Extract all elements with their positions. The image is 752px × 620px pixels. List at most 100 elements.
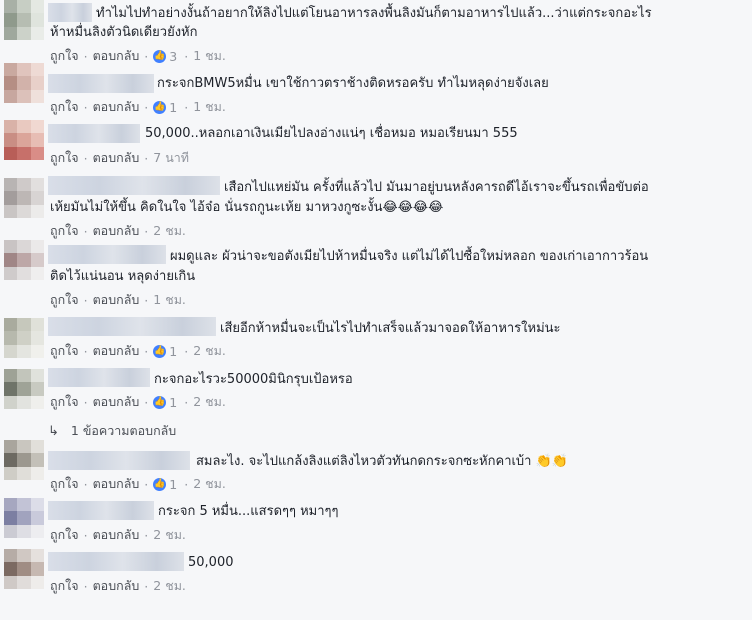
reply-link[interactable]: ตอบกลับ [93,97,140,117]
separator: · [184,48,189,64]
timestamp[interactable]: 2 ชม. [193,474,226,494]
separator: · [144,476,149,492]
timestamp[interactable]: 2 ชม. [153,576,186,596]
like-icon[interactable]: 👍 [153,395,167,409]
commenter-name[interactable] [48,501,154,520]
separator: · [83,578,88,594]
comment-actions: ถูกใจ · ตอบกลับ · 👍 1 · 2 ชม. [50,474,226,494]
like-link[interactable]: ถูกใจ [50,474,79,494]
separator: · [144,48,149,64]
avatar[interactable] [4,240,44,280]
comment-text: กะจกอะไรวะ50000มินิกรุบเป้อหรอ [154,372,353,387]
separator: · [144,150,149,166]
like-count[interactable]: 1 [169,477,177,492]
like-link[interactable]: ถูกใจ [50,525,79,545]
avatar[interactable] [4,549,44,589]
reply-link[interactable]: ตอบกลับ [93,525,140,545]
comment-actions: ถูกใจ · ตอบกลับ · 2 ชม. [50,525,186,545]
separator: · [83,223,88,239]
reply-link[interactable]: ตอบกลับ [93,576,140,596]
avatar[interactable] [4,318,44,358]
like-icon[interactable]: 👍 [153,477,167,491]
like-count[interactable]: 1 [169,395,177,410]
comment-text: กระจกBMW5หมื่น เขาใช้กาวตราช้างติดหรอครั… [157,76,549,91]
comment-text: กระจก 5 หมื่น...แสรดๆๆ หมาๆๆ [158,504,339,519]
avatar[interactable] [4,63,44,103]
comment-text: 50,000 [188,555,234,570]
reply-arrow-icon: ↳ [48,423,59,439]
comment-text: เห้ยมันไม่ให้ขึ้น คิดในใจ ไอ้จ๋อ นั่นรถก… [50,200,444,215]
separator: · [144,578,149,594]
comment-actions: ถูกใจ · ตอบกลับ · 7 นาที [50,148,189,168]
comment-text: ติดไว้แน่นอน หลุดง่ายเกิน [50,269,196,284]
timestamp[interactable]: 7 นาที [153,148,189,168]
avatar[interactable] [4,120,44,160]
avatar[interactable] [4,178,44,218]
commenter-name[interactable] [48,552,184,571]
like-count[interactable]: 1 [169,344,177,359]
reply-link[interactable]: ตอบกลับ [93,474,140,494]
like-link[interactable]: ถูกใจ [50,46,79,66]
separator: · [144,343,149,359]
commenter-name[interactable] [48,74,154,93]
like-link[interactable]: ถูกใจ [50,341,79,361]
avatar[interactable] [4,0,44,40]
like-icon[interactable]: 👍 [153,100,167,114]
comment-actions: ถูกใจ · ตอบกลับ · 1 ชม. [50,290,186,310]
timestamp[interactable]: 2 ชม. [153,221,186,241]
separator: · [83,150,88,166]
comment-text: 50,000..หลอกเอาเงินเมียไปลงอ่างแน่ๆ เชื่… [145,126,518,141]
timestamp[interactable]: 1 ชม. [153,290,186,310]
separator: · [184,99,189,115]
like-link[interactable]: ถูกใจ [50,148,79,168]
separator: · [184,394,189,410]
like-count[interactable]: 3 [169,49,177,64]
timestamp[interactable]: 1 ชม. [193,46,226,66]
comment-text: เสือกไปแหย่มัน ครั้งที่แล้วไป มันมาอยู่บ… [224,180,649,195]
reply-link[interactable]: ตอบกลับ [93,46,140,66]
commenter-name[interactable] [48,368,150,387]
separator: · [144,99,149,115]
reply-link[interactable]: ตอบกลับ [93,290,140,310]
timestamp[interactable]: 2 ชม. [193,392,226,412]
commenter-name[interactable] [48,3,92,22]
separator: · [83,394,88,410]
avatar[interactable] [4,369,44,409]
separator: · [83,527,88,543]
like-link[interactable]: ถูกใจ [50,97,79,117]
comment-actions: ถูกใจ · ตอบกลับ · 👍 3 · 1 ชม. [50,46,226,66]
reply-link[interactable]: ตอบกลับ [93,341,140,361]
separator: · [184,343,189,359]
commenter-name[interactable] [48,124,140,143]
like-link[interactable]: ถูกใจ [50,290,79,310]
separator: · [83,343,88,359]
avatar[interactable] [4,440,44,480]
separator: · [83,476,88,492]
like-link[interactable]: ถูกใจ [50,392,79,412]
comment-text: ผมดูและ ผัวน่าจะขอตังเมียไปห้าหมื่นจริง … [170,249,649,264]
comment-text: เสียอีกห้าหมื่นจะเป็นไรไปทำเสร็จแล้วมาจอ… [220,321,561,336]
like-link[interactable]: ถูกใจ [50,221,79,241]
timestamp[interactable]: 2 ชม. [153,525,186,545]
reply-link[interactable]: ตอบกลับ [93,148,140,168]
like-icon[interactable]: 👍 [153,49,167,63]
comment-text: ทำไมไปทำอย่างงั้นถ้าอยากให้ลิงไปแต่โยนอา… [96,6,652,21]
separator: · [83,48,88,64]
comment-actions: ถูกใจ · ตอบกลับ · 2 ชม. [50,576,186,596]
separator: · [144,394,149,410]
reply-link[interactable]: ตอบกลับ [93,221,140,241]
commenter-name[interactable] [48,451,190,470]
reply-link[interactable]: ตอบกลับ [93,392,140,412]
comment-actions: ถูกใจ · ตอบกลับ · 👍 1 · 2 ชม. [50,392,226,412]
like-count[interactable]: 1 [169,100,177,115]
commenter-name[interactable] [48,245,166,264]
commenter-name[interactable] [48,176,220,195]
commenter-name[interactable] [48,317,216,336]
avatar[interactable] [4,498,44,538]
like-link[interactable]: ถูกใจ [50,576,79,596]
like-icon[interactable]: 👍 [153,344,167,358]
view-replies-label[interactable]: 1 ข้อความตอบกลับ [71,421,176,441]
view-replies-link[interactable]: ↳ 1 ข้อความตอบกลับ [48,421,176,441]
timestamp[interactable]: 2 ชม. [193,341,226,361]
timestamp[interactable]: 1 ชม. [193,97,226,117]
